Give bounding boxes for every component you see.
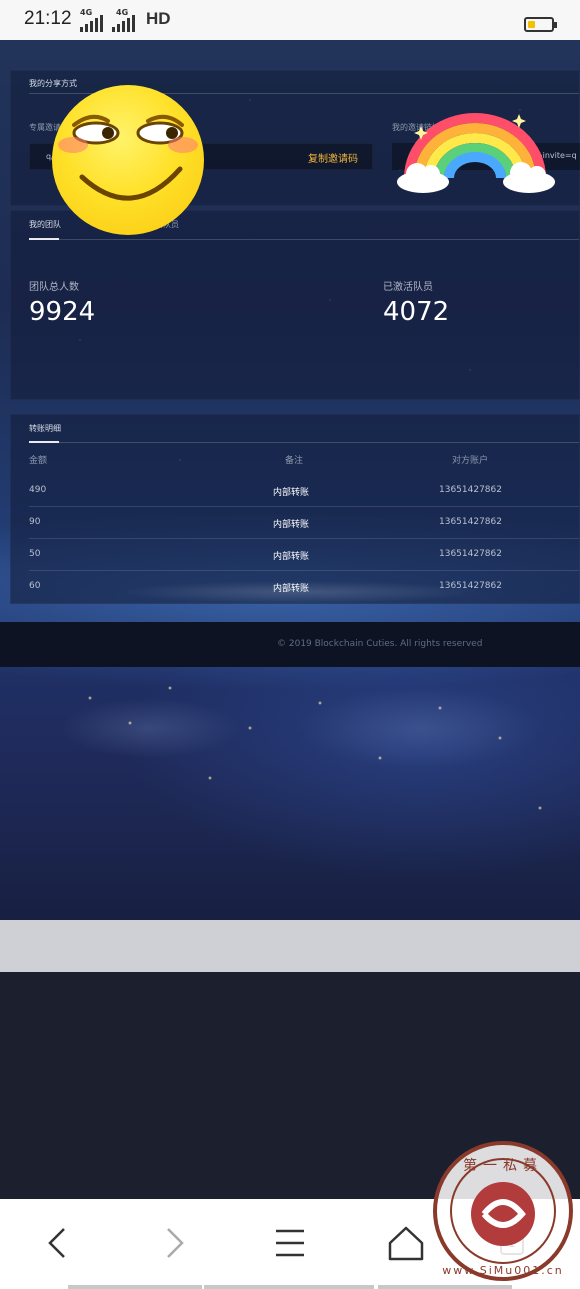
earth-lights <box>0 668 580 918</box>
status-time: 21:12 <box>24 8 72 29</box>
menu-icon[interactable] <box>268 1221 312 1265</box>
divider <box>29 239 579 240</box>
account-cell: 13651427862 <box>439 549 502 559</box>
page-footer: © 2019 Blockchain Cuties. All rights res… <box>0 622 580 667</box>
account-cell: 13651427862 <box>439 581 502 591</box>
svg-text:www.SiMu001.cn: www.SiMu001.cn <box>442 1264 564 1277</box>
hd-badge: HD <box>146 9 171 28</box>
account-cell: 13651427862 <box>439 517 502 527</box>
back-arrow-icon[interactable] <box>36 1221 80 1265</box>
battery-icon <box>524 17 557 32</box>
table-row: 60 内部转账 13651427862 <box>29 571 579 603</box>
memo-cell: 内部转账 <box>273 520 310 530</box>
column-header-amount: 金额 <box>29 456 48 466</box>
signal-icon: 4G <box>112 8 135 32</box>
amount-cell: 50 <box>29 549 41 559</box>
amount-cell: 90 <box>29 517 41 527</box>
amount-cell: 490 <box>29 485 47 495</box>
team-panel: 我的团队 已激活队员 团队总人数 9924 已激活队员 4072 <box>10 210 580 400</box>
team-total-value: 9924 <box>29 297 96 327</box>
column-header-account: 对方账户 <box>452 456 489 466</box>
team-total-label: 团队总人数 <box>29 282 79 293</box>
rainbow-sticker-icon <box>395 110 557 194</box>
forward-arrow-icon[interactable] <box>152 1221 196 1265</box>
copyright-text: © 2019 Blockchain Cuties. All rights res… <box>277 639 483 649</box>
network-label: 4G <box>80 8 93 17</box>
smiley-sticker-icon <box>52 85 204 235</box>
home-icon[interactable] <box>384 1221 428 1265</box>
active-members-label: 已激活队员 <box>383 282 433 293</box>
active-members-value: 4072 <box>383 297 450 327</box>
table-row: 490 内部转账 13651427862 <box>29 475 579 507</box>
svg-text:第一私募: 第一私募 <box>463 1157 543 1174</box>
copy-invite-code-button[interactable]: 复制邀请码 <box>308 150 358 165</box>
watermark-seal-icon: www.SiMu001.cn 第一私募 <box>432 1140 574 1282</box>
transfers-panel: 转账明细 金额 备注 对方账户 490 内部转账 13651427862 90 … <box>10 414 580 604</box>
status-bar: 21:12 4G 4G HD <box>0 0 580 40</box>
divider <box>29 442 579 443</box>
gesture-bar <box>204 1285 374 1289</box>
gesture-bar <box>378 1285 512 1289</box>
gesture-bar <box>68 1285 202 1289</box>
memo-cell: 内部转账 <box>273 584 310 594</box>
memo-cell: 内部转账 <box>273 488 310 498</box>
network-label: 4G <box>116 8 129 17</box>
memo-cell: 内部转账 <box>273 552 310 562</box>
signal-icon: 4G <box>80 8 103 32</box>
table-row: 50 内部转账 13651427862 <box>29 539 579 571</box>
column-header-memo: 备注 <box>285 456 304 466</box>
gray-band <box>0 920 580 972</box>
table-row: 90 内部转账 13651427862 <box>29 507 579 539</box>
account-cell: 13651427862 <box>439 485 502 495</box>
amount-cell: 60 <box>29 581 41 591</box>
tab-transfer-details[interactable]: 转账明细 <box>29 423 61 434</box>
